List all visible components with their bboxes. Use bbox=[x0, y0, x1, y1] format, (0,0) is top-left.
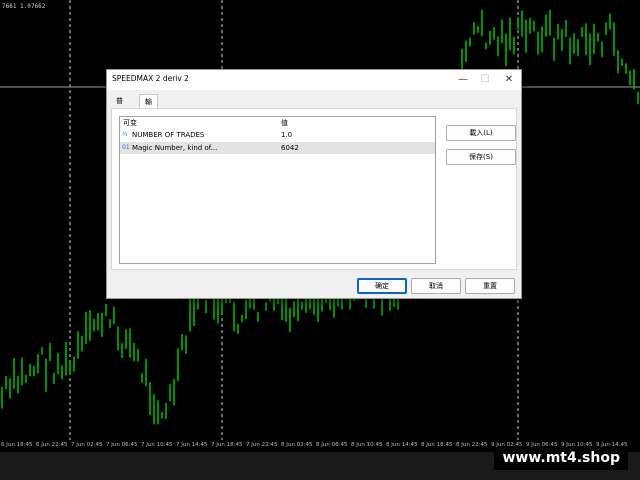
ok-button[interactable]: 确定 bbox=[357, 278, 407, 294]
time-tick-label: 9 Jun 06:45 bbox=[526, 442, 558, 448]
time-tick-label: 8 Jun 14:45 bbox=[386, 442, 418, 448]
reset-button[interactable]: 重置 bbox=[465, 278, 515, 294]
column-header-value[interactable]: 值 bbox=[281, 117, 288, 129]
table-row[interactable]: ½ NUMBER OF TRADES 1.0 bbox=[120, 129, 435, 141]
time-tick-label: 6 Jun 22:45 bbox=[36, 442, 68, 448]
dialog-title: SPEEDMAX 2 deriv 2 bbox=[112, 74, 189, 83]
time-tick-label: 9 Jun 02:45 bbox=[491, 442, 523, 448]
time-tick-label: 8 Jun 22:45 bbox=[456, 442, 488, 448]
time-tick-label: 6 Jun 18:45 bbox=[1, 442, 33, 448]
double-type-icon: ½ bbox=[122, 131, 128, 138]
time-tick-label: 7 Jun 22:45 bbox=[246, 442, 278, 448]
save-button[interactable]: 保存(S) bbox=[446, 149, 516, 165]
minimize-button[interactable]: — bbox=[453, 72, 473, 88]
time-tick-label: 7 Jun 10:45 bbox=[141, 442, 173, 448]
price-readout: 7661 1.07662 bbox=[2, 3, 46, 10]
input-value[interactable]: 6042 bbox=[281, 142, 299, 154]
table-row[interactable]: 01 Magic Number, kind of... 6042 bbox=[120, 142, 435, 154]
tab-inputs[interactable]: 輸入 bbox=[139, 94, 158, 120]
time-tick-label: 9 Jun 14:45 bbox=[596, 442, 628, 448]
inputs-table[interactable]: 可变 值 ½ NUMBER OF TRADES 1.0 01 Magic Num… bbox=[119, 116, 436, 264]
close-button[interactable]: ✕ bbox=[499, 72, 519, 88]
time-tick-label: 7 Jun 02:45 bbox=[71, 442, 103, 448]
time-tick-label: 7 Jun 06:45 bbox=[106, 442, 138, 448]
time-tick-label: 8 Jun 18:45 bbox=[421, 442, 453, 448]
brand-watermark: www.mt4.shop bbox=[494, 446, 628, 470]
time-tick-label: 9 Jun 10:45 bbox=[561, 442, 593, 448]
integer-type-icon: 01 bbox=[122, 144, 130, 151]
column-header-variable[interactable]: 可变 bbox=[123, 117, 137, 129]
input-name: Magic Number, kind of... bbox=[132, 144, 218, 152]
time-tick-label: 8 Jun 06:45 bbox=[316, 442, 348, 448]
time-tick-label: 7 Jun 18:45 bbox=[211, 442, 243, 448]
input-value[interactable]: 1.0 bbox=[281, 129, 292, 141]
cancel-button[interactable]: 取消 bbox=[411, 278, 461, 294]
maximize-button[interactable]: ☐ bbox=[475, 72, 495, 88]
dialog-titlebar[interactable]: SPEEDMAX 2 deriv 2 — ☐ ✕ bbox=[107, 70, 521, 90]
inputs-tab-panel: 可变 值 ½ NUMBER OF TRADES 1.0 01 Magic Num… bbox=[111, 108, 517, 270]
time-tick-label: 7 Jun 14:45 bbox=[176, 442, 208, 448]
input-name: NUMBER OF TRADES bbox=[132, 131, 205, 139]
time-tick-label: 8 Jun 10:45 bbox=[351, 442, 383, 448]
load-button[interactable]: 載入(L) bbox=[446, 125, 516, 141]
time-tick-label: 8 Jun 02:45 bbox=[281, 442, 313, 448]
expert-properties-dialog: SPEEDMAX 2 deriv 2 — ☐ ✕ 普通 輸入 可变 值 ½ NU… bbox=[106, 69, 522, 299]
tab-common[interactable]: 普通 bbox=[111, 94, 128, 119]
